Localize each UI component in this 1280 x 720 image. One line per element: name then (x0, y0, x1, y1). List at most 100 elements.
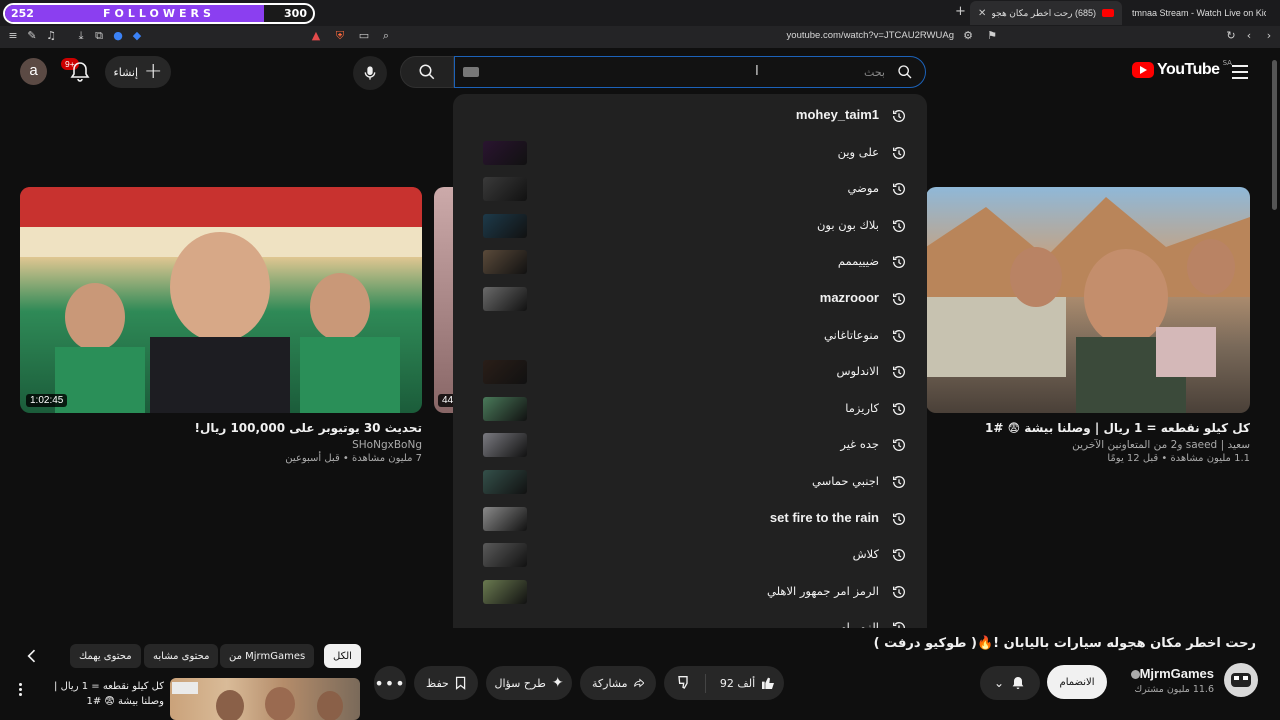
share-button[interactable]: مشاركة (580, 666, 656, 700)
guide-menu-icon[interactable] (1232, 65, 1248, 83)
mini-video-thumbnail[interactable] (170, 678, 360, 720)
search-suggestion-item[interactable]: على وين (453, 135, 927, 171)
zoom-icon[interactable]: ⌕ (379, 29, 393, 43)
keyboard-icon[interactable] (463, 67, 479, 77)
video-thumbnail[interactable]: 1:02:45 (20, 187, 422, 413)
search-suggestion-item[interactable]: mazrooor (453, 281, 927, 317)
chevron-down-icon: ⌄ (993, 676, 1005, 690)
mini-thumbnail-artwork (172, 682, 343, 720)
like-count: 92 ألف (719, 676, 756, 690)
video-thumbnail[interactable] (926, 187, 1250, 413)
suggestion-text: اجنبي حماسي (812, 474, 879, 488)
bookmark-icon[interactable]: ⚑ (985, 29, 999, 43)
suggestion-text: كلاش (852, 547, 879, 562)
search-field[interactable]: I (454, 56, 926, 88)
search-suggestion-item[interactable]: بلاك بون بون (453, 208, 927, 244)
search-suggestion-item[interactable]: set fire to the rain (453, 501, 927, 537)
screenshot-icon[interactable]: ▭ (357, 29, 371, 43)
video-meta: 7 مليون مشاهدة • قبل أسبوعين (285, 453, 422, 464)
video-card[interactable]: كل كيلو نقطعه = 1 ريال | وصلنا بيشة 😨 #1… (926, 187, 1250, 464)
notifications-button[interactable]: ⌄ (980, 666, 1040, 700)
close-tab-icon[interactable]: ✕ (978, 8, 986, 19)
dislike-button[interactable] (664, 673, 706, 693)
more-actions-button[interactable]: ••• (374, 666, 406, 700)
search-input[interactable] (495, 63, 885, 81)
subscriber-count: 11.6 مليون مشترك (1134, 684, 1214, 695)
music-icon[interactable]: ♫ (44, 29, 58, 43)
back-icon[interactable]: ‹ (1242, 29, 1256, 43)
brave-shield-icon[interactable]: ⛨ (333, 29, 347, 43)
sparkle-icon: ✦ (551, 675, 564, 691)
forward-icon[interactable]: › (1262, 29, 1276, 43)
notifications-bell-icon[interactable] (68, 60, 92, 84)
site-settings-icon[interactable]: ⚙ (961, 29, 975, 43)
video-title[interactable]: كل كيلو نقطعه = 1 ريال | وصلنا بيشة 😨 #1 (926, 421, 1250, 435)
save-button[interactable]: حفظ (414, 666, 478, 700)
video-channel[interactable]: SHoNgxBoNg (20, 439, 422, 451)
channel-name[interactable]: MjrmGames (1128, 666, 1214, 681)
create-button[interactable]: إنشاء + (105, 56, 171, 88)
youtube-play-icon (1132, 62, 1154, 78)
scrollbar-thumb[interactable] (1272, 60, 1277, 210)
chip-from-channel[interactable]: من MjrmGames (220, 644, 315, 668)
search-suggestion-item[interactable]: الرمز امر جمهور الاهلي (453, 574, 927, 610)
extension-shield-icon[interactable]: ◆ (130, 29, 144, 43)
extensions-icon[interactable]: ⧉ (92, 29, 106, 43)
chevron-left-icon[interactable] (22, 646, 42, 666)
microphone-icon (364, 66, 376, 80)
suggestion-thumbnail (483, 396, 527, 421)
browser-tab-bar: 252 FOLLOWERS 300 + ✕ (685) رحت اخطر مكا… (0, 0, 1280, 26)
video-title[interactable]: تحديث 30 يوتيوبر على 100,000 ريال! (20, 421, 422, 435)
search-suggestion-item[interactable]: اجنبي حماسي (453, 464, 927, 500)
video-card[interactable]: 1:02:45 تحديث 30 يوتيوبر على 100,000 ريا… (20, 187, 422, 464)
history-icon (893, 256, 905, 269)
account-avatar[interactable]: a (20, 58, 47, 85)
search-icon (898, 65, 912, 79)
chip-for-you[interactable]: محتوى يهمك (70, 644, 141, 668)
menu-icon[interactable]: ≡ (6, 29, 20, 43)
search-suggestion-item[interactable]: منوعاتاغاني (453, 318, 927, 354)
join-button[interactable]: الانضمام (1047, 665, 1107, 699)
video-meta: 1.1 مليون مشاهدة • قبل 12 يومًا (1107, 453, 1250, 464)
search-suggestion-item[interactable]: كلاش (453, 537, 927, 573)
browser-tab-kick[interactable]: tmnaa Stream - Watch Live on Kick (1124, 1, 1274, 25)
download-icon[interactable]: ⤓ (74, 29, 88, 43)
extension-blue-icon[interactable]: ● (111, 29, 125, 43)
browser-tab-youtube[interactable]: ✕ (685) رحت اخطر مكان هجوله سيا... (970, 1, 1122, 25)
video-channel[interactable]: سعيد | saeed و2 من المتعاونين الآخرين (926, 439, 1250, 451)
youtube-logo[interactable]: YouTube SA (1132, 59, 1232, 79)
suggestion-thumbnail (483, 140, 527, 165)
create-label: إنشاء (113, 65, 139, 79)
search-suggestion-item[interactable]: mohey_taim1 (453, 98, 927, 134)
history-icon (893, 329, 905, 342)
ask-button[interactable]: طرح سؤال ✦ (486, 666, 572, 700)
history-icon (893, 439, 905, 452)
address-url[interactable]: youtube.com/watch?v=JTCAU2RWUAg (740, 30, 954, 41)
search-suggestion-item[interactable]: ضيييممم (453, 244, 927, 280)
thumbnail-artwork (20, 187, 422, 413)
history-icon (893, 402, 905, 415)
search-icon (419, 64, 435, 80)
like-button[interactable]: 92 ألف (712, 675, 784, 691)
extension-red-icon[interactable]: ▲ (309, 29, 323, 43)
mini-video-title[interactable]: كل كيلو نقطعه = 1 ريال | وصلنا بيشة 😨 #1 (34, 679, 164, 709)
search-suggestion-item[interactable]: موضي (453, 171, 927, 207)
pin-icon[interactable]: ✎ (25, 29, 39, 43)
chip-similar[interactable]: محتوى مشابه (144, 644, 219, 668)
channel-avatar[interactable] (1224, 663, 1258, 697)
page-scrollbar[interactable] (1271, 48, 1278, 628)
search-suggestion-item[interactable]: كاريزما (453, 391, 927, 427)
new-tab-button[interactable]: + (955, 4, 966, 19)
search-suggestion-item[interactable]: جده غير (453, 427, 927, 463)
suggestion-thumbnail (483, 543, 527, 568)
search-suggestion-item[interactable]: الاندلوس (453, 354, 927, 390)
bookmark-icon (455, 676, 466, 690)
suggestion-thumbnail (483, 470, 527, 494)
voice-search-button[interactable] (353, 56, 387, 90)
reload-icon[interactable]: ↻ (1224, 29, 1238, 43)
more-vertical-icon[interactable] (16, 683, 24, 698)
search-submit-button[interactable] (400, 56, 454, 88)
history-icon (893, 146, 905, 159)
suggestion-text: موضي (847, 181, 879, 196)
chip-all[interactable]: الكل (324, 644, 361, 668)
